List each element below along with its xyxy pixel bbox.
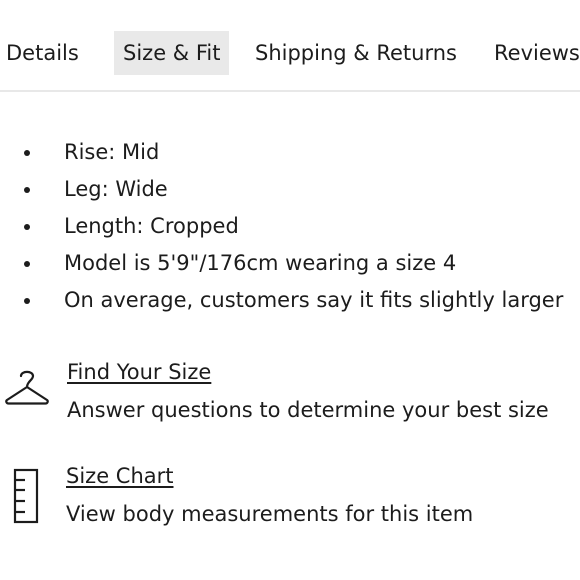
bullet-dot xyxy=(24,261,30,267)
find-your-size-section: Find Your Size Answer questions to deter… xyxy=(0,356,580,436)
hanger-icon xyxy=(5,370,49,405)
tab-shipping-and-returns[interactable]: Shipping & Returns xyxy=(246,31,466,75)
product-info-tabs: Details Size & Fit Shipping & Returns Re… xyxy=(0,0,580,92)
fit-detail-text: Leg: Wide xyxy=(64,177,168,201)
tab-size-and-fit[interactable]: Size & Fit xyxy=(114,31,230,75)
list-item: Length: Cropped xyxy=(0,208,580,245)
list-item: Leg: Wide xyxy=(0,171,580,208)
list-item: On average, customers say it fits slight… xyxy=(0,282,580,319)
ruler-icon xyxy=(13,468,39,524)
fit-detail-text: Length: Cropped xyxy=(64,214,239,238)
size-chart-description: View body measurements for this item xyxy=(66,502,474,526)
size-chart-link[interactable]: Size Chart xyxy=(66,462,174,490)
bullet-dot xyxy=(24,224,30,230)
fit-detail-text: Model is 5'9"/176cm wearing a size 4 xyxy=(64,251,457,275)
list-item: Model is 5'9"/176cm wearing a size 4 xyxy=(0,245,580,282)
find-your-size-link[interactable]: Find Your Size xyxy=(67,358,211,386)
fit-detail-text: Rise: Mid xyxy=(64,140,160,164)
size-chart-section: Size Chart View body measurements for th… xyxy=(0,460,580,540)
tab-details[interactable]: Details xyxy=(0,31,88,75)
bullet-dot xyxy=(24,150,30,156)
bullet-dot xyxy=(24,187,30,193)
find-your-size-description: Answer questions to determine your best … xyxy=(67,398,549,422)
list-item: Rise: Mid xyxy=(0,134,580,171)
tab-reviews[interactable]: Reviews xyxy=(485,31,580,75)
bullet-dot xyxy=(24,298,30,304)
fit-details-list: Rise: Mid Leg: Wide Length: Cropped Mode… xyxy=(0,134,580,319)
fit-detail-text: On average, customers say it fits slight… xyxy=(64,288,564,312)
